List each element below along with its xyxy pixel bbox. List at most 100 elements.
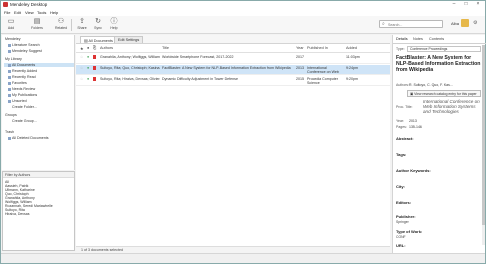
sidebar-item-recently-read[interactable]: Recently Read [8,75,36,79]
suggest-icon [8,49,11,53]
publisher-label[interactable]: Publisher: [396,214,416,219]
main-tabs: ▤ All Documents Edit Settings [76,35,390,44]
maximize-icon[interactable]: □ [461,1,471,7]
read-status-icon[interactable]: ● [87,55,89,59]
row-added: 11:03pm [346,55,360,59]
sidebar-item-mendeley-suggest[interactable]: Mendeley Suggest [8,49,42,53]
authors-value[interactable]: R. Sultoyo, C. Quo, F. Kas... [409,83,453,87]
menu-tools[interactable]: Tools [37,10,46,15]
details-tabs: Details Notes Contents [393,35,486,44]
menu-view[interactable]: View [25,10,34,15]
menu-help[interactable]: Help [50,10,58,15]
star-icon [8,81,11,85]
sidebar-item-create-folder[interactable]: Create Folder... [12,105,37,109]
search-icon [8,43,11,47]
tab-details[interactable]: Details [396,37,408,41]
details-scrollbar[interactable] [482,45,485,245]
col-year[interactable]: Year [296,46,304,53]
editors-label[interactable]: Editors: [396,200,411,205]
document-title[interactable]: FactBlaster: A New System for NLP-Based … [396,55,481,73]
row-title: FactBlaster: A New System for NLP-Based … [162,66,291,70]
publisher-value[interactable]: Springer [396,220,409,224]
favorite-star-icon[interactable]: ☆ [80,55,83,59]
read-column-icon[interactable]: ● [87,46,89,53]
sidebar-item-recently-added[interactable]: Recently Added [8,69,37,73]
favorite-star-icon[interactable]: ☆ [80,66,83,70]
col-authors[interactable]: Authors [100,46,113,53]
menu-edit[interactable]: Edit [14,10,21,15]
sidebar-item-all-documents[interactable]: All Documents [4,63,74,67]
star-column-icon[interactable]: ★ [80,46,83,53]
folder-icon: ▤ [33,18,41,25]
view-catalog-button[interactable]: ▣ View research catalog entry for this p… [407,90,481,97]
user-name[interactable]: Alba [451,21,459,26]
pages-value[interactable]: 135-146 [409,125,422,129]
attachment-column-icon[interactable]: ⎘ [93,46,96,53]
filter-item[interactable]: Hiraiva, Devsas [5,212,30,216]
abstract-label[interactable]: Abstract: [396,136,414,141]
help-button[interactable]: ⓘ Help [105,18,123,33]
sidebar-item-literature-search[interactable]: Literature Search [8,43,40,47]
document-type-select[interactable]: Conference Proceedings [407,46,481,52]
year-value[interactable]: 2013 [409,119,417,123]
type-of-work-value[interactable]: CONF [396,235,406,239]
sidebar-item-favorites[interactable]: Favorites [8,81,27,85]
related-icon: ⚇ [57,18,65,25]
document-list-pane: ▤ All Documents Edit Settings ★ ● ⎘ Auth… [76,35,390,253]
folders-button[interactable]: ▤ Folders [28,18,46,33]
add-button[interactable]: ▭ Add [2,18,20,33]
menu-file[interactable]: File [4,10,10,15]
col-published-in[interactable]: Published In [307,46,328,53]
sidebar-header-trash: Trash [5,130,15,134]
sidebar-item-unsorted[interactable]: Unsorted [8,99,27,103]
favorite-star-icon[interactable]: ☆ [80,77,83,81]
row-added: 9:20pm [346,77,358,81]
row-authors: Granahlia, Anthony; Wolfiggs, William [100,55,160,59]
filter-header[interactable]: Filter by Authors [3,172,74,178]
sidebar-item-my-publications[interactable]: My Publications [8,93,37,97]
table-row[interactable]: ☆ ● Sultoyo, Rita; Hiraiva, Devsas; Oliv… [76,76,390,86]
sidebar-item-needs-review[interactable]: Needs Review [8,87,35,91]
related-button[interactable]: ⚇ Related [52,18,70,33]
sidebar-item-create-group[interactable]: Create Group... [12,119,37,123]
url-label[interactable]: URL: [396,243,406,248]
authors-label: Authors: [396,83,410,87]
scrollbar-thumb[interactable] [482,45,485,225]
search-box[interactable]: ⌕ [379,20,443,28]
add-document-icon: ▭ [7,18,15,25]
pdf-icon [93,66,96,70]
sidebar-header-mendeley: Mendeley [5,37,21,41]
proc-title-label: Proc. Title: [396,105,413,109]
selection-count: 1 of 3 documents selected [81,248,123,252]
sidebar-item-deleted-documents[interactable]: All Deleted Documents [8,136,49,140]
proc-title-value[interactable]: International Conference on Web Informat… [423,99,481,114]
year-label: Year: [396,119,405,123]
col-title[interactable]: Title [162,46,169,53]
search-input[interactable] [388,22,440,27]
sidebar: Mendeley Literature Search Mendeley Sugg… [2,35,75,170]
avatar[interactable] [461,19,469,27]
tab-all-documents[interactable]: ▤ All Documents [80,36,117,43]
city-label[interactable]: City: [396,184,405,189]
close-icon[interactable]: × [473,1,483,7]
col-added[interactable]: Added [346,46,357,53]
gear-icon[interactable]: ⚙ [473,20,477,26]
table-row[interactable]: ☆ ● Granahlia, Anthony; Wolfiggs, Willia… [76,54,390,64]
row-year: 2013 [296,66,304,70]
table-row-selected[interactable]: ☆ ● Sultoyo, Rita; Quo, Christoph; Kasin… [76,65,390,75]
minimize-icon[interactable]: – [449,1,459,7]
read-status-icon[interactable]: ● [87,77,89,81]
read-status-icon[interactable]: ● [87,66,89,70]
row-published-in: Procedia Computer Science [307,77,338,85]
tab-contents[interactable]: Contents [429,37,444,41]
window-title: Mendeley Desktop [10,2,48,7]
row-title: Dynamic Difficulty Adjustment in Tower D… [162,77,238,81]
type-of-work-label[interactable]: Type of Work: [396,229,422,234]
row-authors: Sultoyo, Rita; Quo, Christoph; Kasina... [100,66,160,70]
publications-icon [8,93,11,97]
author-keywords-label[interactable]: Author Keywords: [396,168,431,173]
tab-edit-settings[interactable]: Edit Settings [114,36,144,43]
row-added: 9:24pm [346,66,358,70]
tags-label[interactable]: Tags: [396,152,406,157]
tab-notes[interactable]: Notes [413,37,423,41]
